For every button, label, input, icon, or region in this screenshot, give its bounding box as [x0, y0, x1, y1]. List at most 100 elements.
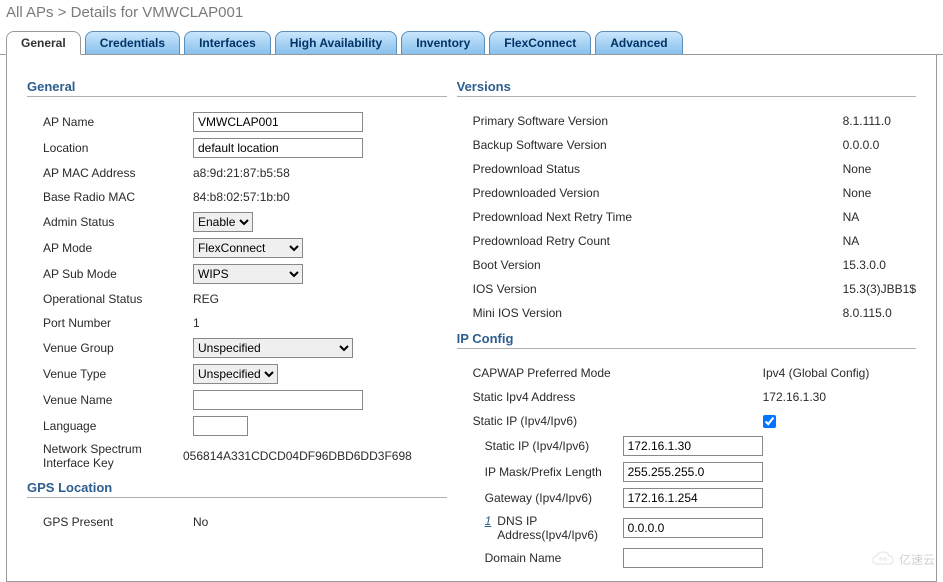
row-static-ipv4: Static Ipv4 Address 172.16.1.30	[457, 385, 916, 409]
value-predl-ver: None	[843, 186, 872, 200]
row-ap-name: AP Name	[27, 109, 447, 135]
label-boot-ver: Boot Version	[473, 258, 663, 272]
row-language: Language	[27, 413, 447, 439]
label-port-number: Port Number	[43, 316, 193, 330]
label-venue-group: Venue Group	[43, 341, 193, 355]
label-gps-present: GPS Present	[43, 515, 193, 529]
row-admin-status: Admin Status Enable	[27, 209, 447, 235]
row-mini-ios: Mini IOS Version 8.0.115.0	[457, 301, 916, 325]
value-mini-ios: 8.0.115.0	[843, 306, 892, 320]
row-static-ip: Static IP (Ipv4/Ipv6)	[457, 433, 916, 459]
row-ap-mac: AP MAC Address a8:9d:21:87:b5:58	[27, 161, 447, 185]
label-ap-name: AP Name	[43, 115, 193, 129]
tab-bar: General Credentials Interfaces High Avai…	[0, 31, 943, 55]
label-venue-name: Venue Name	[43, 393, 193, 407]
left-column: General AP Name Location AP MAC Address …	[27, 73, 447, 571]
tab-flexconnect[interactable]: FlexConnect	[489, 31, 591, 54]
row-dns: 1 DNS IP Address(Ipv4/Ipv6)	[457, 511, 916, 545]
row-venue-group: Venue Group Unspecified	[27, 335, 447, 361]
value-boot-ver: 15.3.0.0	[843, 258, 886, 272]
input-venue-name[interactable]	[193, 390, 363, 410]
label-dns: 1 DNS IP Address(Ipv4/Ipv6)	[473, 514, 623, 542]
row-location: Location	[27, 135, 447, 161]
input-static-ip[interactable]	[623, 436, 763, 456]
tab-content: General AP Name Location AP MAC Address …	[6, 55, 937, 582]
input-language[interactable]	[193, 416, 248, 436]
value-ios-ver: 15.3(3)JBB1$	[843, 282, 916, 296]
value-predl-retry-time: NA	[843, 210, 860, 224]
input-ip-mask[interactable]	[623, 462, 763, 482]
row-ap-sub-mode: AP Sub Mode WIPS	[27, 261, 447, 287]
value-static-ipv4: 172.16.1.30	[763, 390, 826, 404]
value-backup-sw: 0.0.0.0	[843, 138, 880, 152]
value-predl-retry-count: NA	[843, 234, 860, 248]
label-gateway: Gateway (Ipv4/Ipv6)	[473, 491, 623, 505]
tab-high-availability[interactable]: High Availability	[275, 31, 397, 54]
label-capwap: CAPWAP Preferred Mode	[473, 366, 663, 380]
tab-advanced[interactable]: Advanced	[595, 31, 682, 54]
tab-interfaces[interactable]: Interfaces	[184, 31, 271, 54]
value-ap-mac: a8:9d:21:87:b5:58	[193, 166, 290, 180]
section-versions-title: Versions	[457, 79, 916, 97]
row-predl-retry-time: Predownload Next Retry Time NA	[457, 205, 916, 229]
label-location: Location	[43, 141, 193, 155]
label-ip-mask: IP Mask/Prefix Length	[473, 465, 623, 479]
section-gps-title: GPS Location	[27, 480, 447, 498]
row-static-ip-chk: Static IP (Ipv4/Ipv6)	[457, 409, 916, 433]
row-venue-name: Venue Name	[27, 387, 447, 413]
label-base-radio-mac: Base Radio MAC	[43, 190, 193, 204]
breadcrumb: All APs > Details for VMWCLAP001	[0, 0, 943, 31]
input-domain[interactable]	[623, 548, 763, 568]
section-general-title: General	[27, 79, 447, 97]
row-ip-mask: IP Mask/Prefix Length	[457, 459, 916, 485]
input-gateway[interactable]	[623, 488, 763, 508]
input-dns[interactable]	[623, 518, 763, 538]
row-gateway: Gateway (Ipv4/Ipv6)	[457, 485, 916, 511]
input-ap-name[interactable]	[193, 112, 363, 132]
label-primary-sw: Primary Software Version	[473, 114, 663, 128]
value-primary-sw: 8.1.111.0	[843, 114, 891, 128]
label-predl-retry-time: Predownload Next Retry Time	[473, 210, 663, 224]
row-gps-present: GPS Present No	[27, 510, 447, 534]
label-ap-sub-mode: AP Sub Mode	[43, 267, 193, 281]
value-predl-status: None	[843, 162, 872, 176]
select-venue-type[interactable]: Unspecified	[193, 364, 278, 384]
label-ap-mac: AP MAC Address	[43, 166, 193, 180]
label-predl-retry-count: Predownload Retry Count	[473, 234, 663, 248]
row-predl-status: Predownload Status None	[457, 157, 916, 181]
label-operational-status: Operational Status	[43, 292, 193, 306]
select-ap-sub-mode[interactable]: WIPS	[193, 264, 303, 284]
row-ios-ver: IOS Version 15.3(3)JBB1$	[457, 277, 916, 301]
label-static-ipv4: Static Ipv4 Address	[473, 390, 663, 404]
value-capwap: Ipv4 (Global Config)	[763, 366, 870, 380]
row-venue-type: Venue Type Unspecified	[27, 361, 447, 387]
row-port-number: Port Number 1	[27, 311, 447, 335]
row-primary-sw: Primary Software Version 8.1.111.0	[457, 109, 916, 133]
input-location[interactable]	[193, 138, 363, 158]
row-nsik: Network Spectrum Interface Key 056814A33…	[27, 439, 447, 474]
row-ap-mode: AP Mode FlexConnect	[27, 235, 447, 261]
value-gps-present: No	[193, 515, 208, 529]
checkbox-static-ip[interactable]	[763, 415, 776, 428]
value-nsik: 056814A331CDCD04DF96DBD6DD3F698	[183, 449, 412, 463]
tab-inventory[interactable]: Inventory	[401, 31, 485, 54]
label-predl-status: Predownload Status	[473, 162, 663, 176]
row-operational-status: Operational Status REG	[27, 287, 447, 311]
section-ip-config-title: IP Config	[457, 331, 916, 349]
select-admin-status[interactable]: Enable	[193, 212, 253, 232]
row-boot-ver: Boot Version 15.3.0.0	[457, 253, 916, 277]
row-backup-sw: Backup Software Version 0.0.0.0	[457, 133, 916, 157]
select-ap-mode[interactable]: FlexConnect	[193, 238, 303, 258]
row-predl-retry-count: Predownload Retry Count NA	[457, 229, 916, 253]
footnote-icon: 1	[485, 514, 492, 528]
tab-credentials[interactable]: Credentials	[85, 31, 180, 54]
row-predl-ver: Predownloaded Version None	[457, 181, 916, 205]
label-backup-sw: Backup Software Version	[473, 138, 663, 152]
select-venue-group[interactable]: Unspecified	[193, 338, 353, 358]
label-domain: Domain Name	[473, 551, 623, 565]
value-operational-status: REG	[193, 292, 219, 306]
tab-general[interactable]: General	[6, 31, 81, 55]
value-base-radio-mac: 84:b8:02:57:1b:b0	[193, 190, 290, 204]
row-base-radio-mac: Base Radio MAC 84:b8:02:57:1b:b0	[27, 185, 447, 209]
label-ios-ver: IOS Version	[473, 282, 663, 296]
